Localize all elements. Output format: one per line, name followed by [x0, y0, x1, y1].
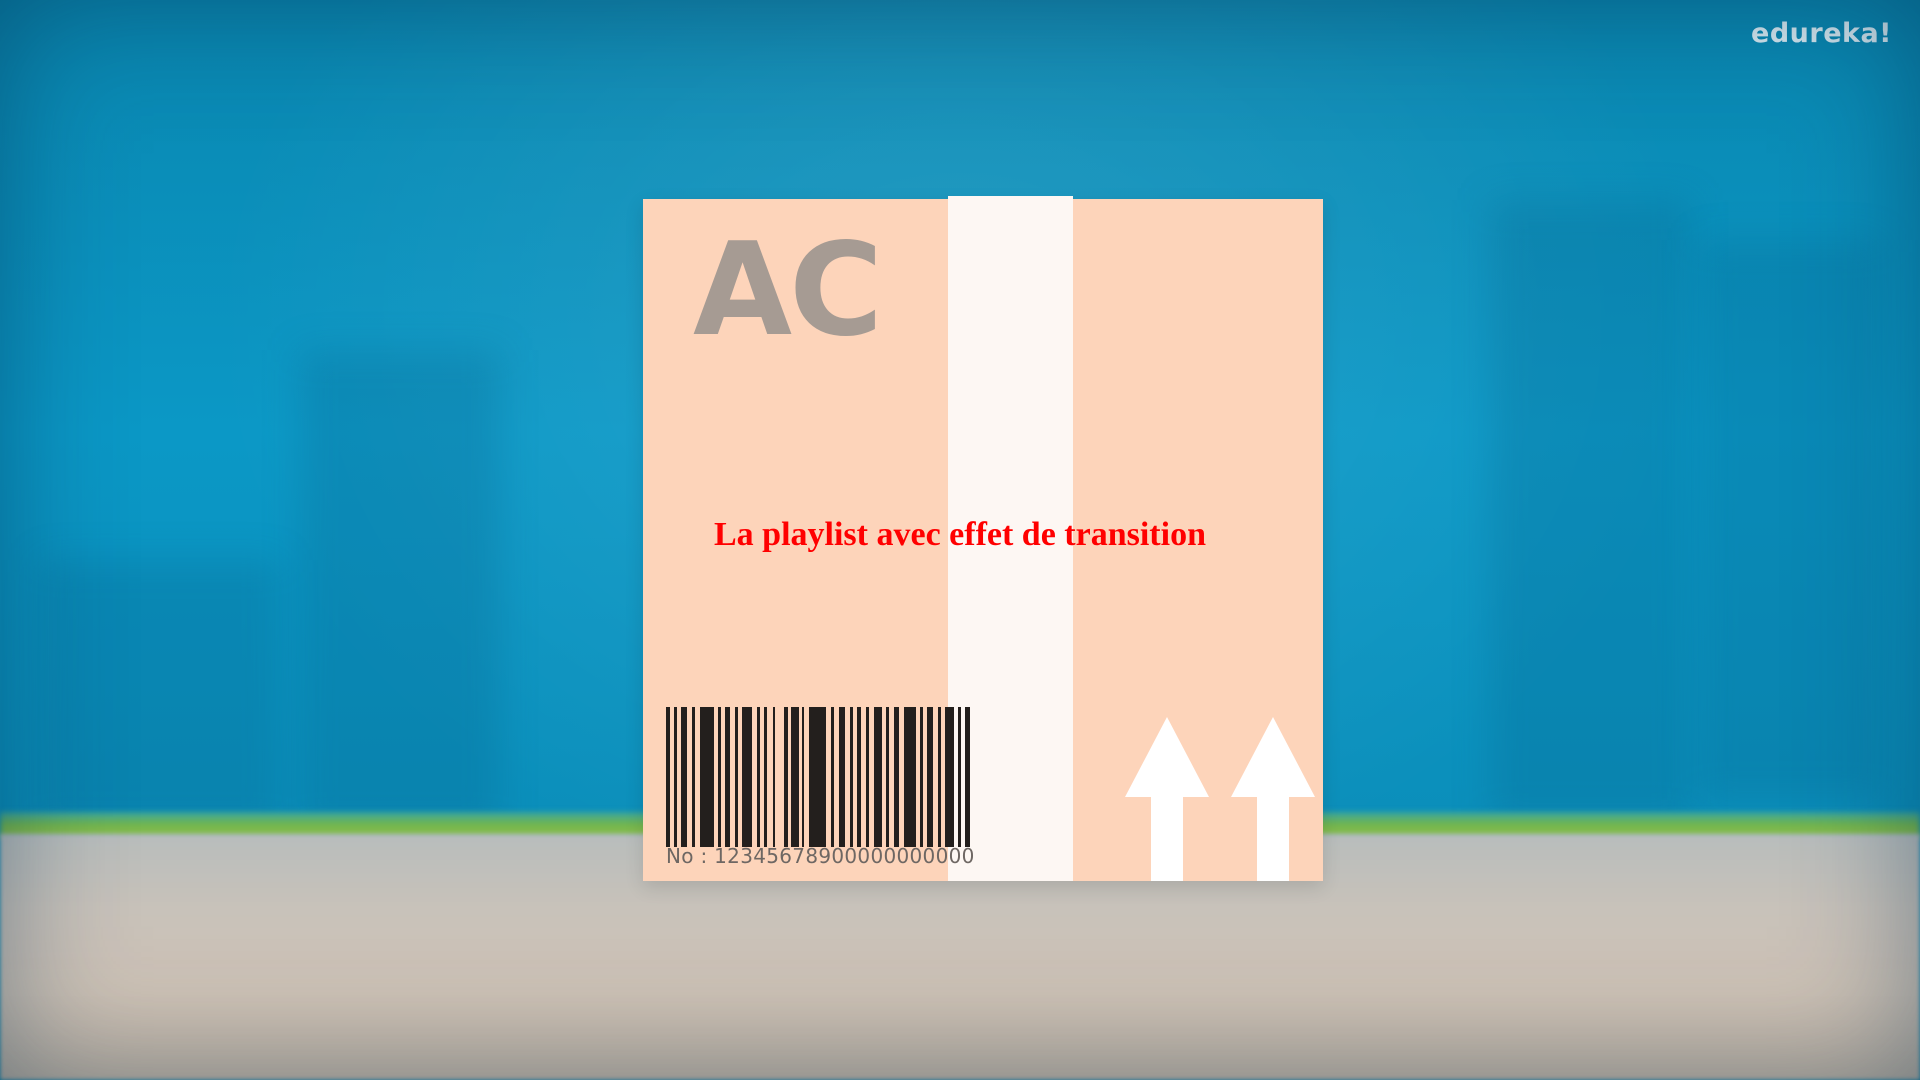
- barcode-number: No : 12345678900000000000: [666, 844, 975, 868]
- background-building-left-low: [40, 560, 280, 830]
- box-code-label: AC: [693, 216, 883, 365]
- edureka-logo: edureka!: [1751, 18, 1892, 49]
- subtitle-caption: La playlist avec effet de transition: [0, 516, 1920, 554]
- subtitle-text: La playlist avec effet de transition: [714, 516, 1206, 553]
- this-side-up-arrows-icon: [1125, 717, 1315, 881]
- background-building-right: [1490, 200, 1690, 820]
- video-frame: edureka! AC No: 12345678900000000000 La…: [0, 0, 1920, 1080]
- background-building-left: [300, 350, 500, 830]
- barcode-icon: [666, 707, 970, 847]
